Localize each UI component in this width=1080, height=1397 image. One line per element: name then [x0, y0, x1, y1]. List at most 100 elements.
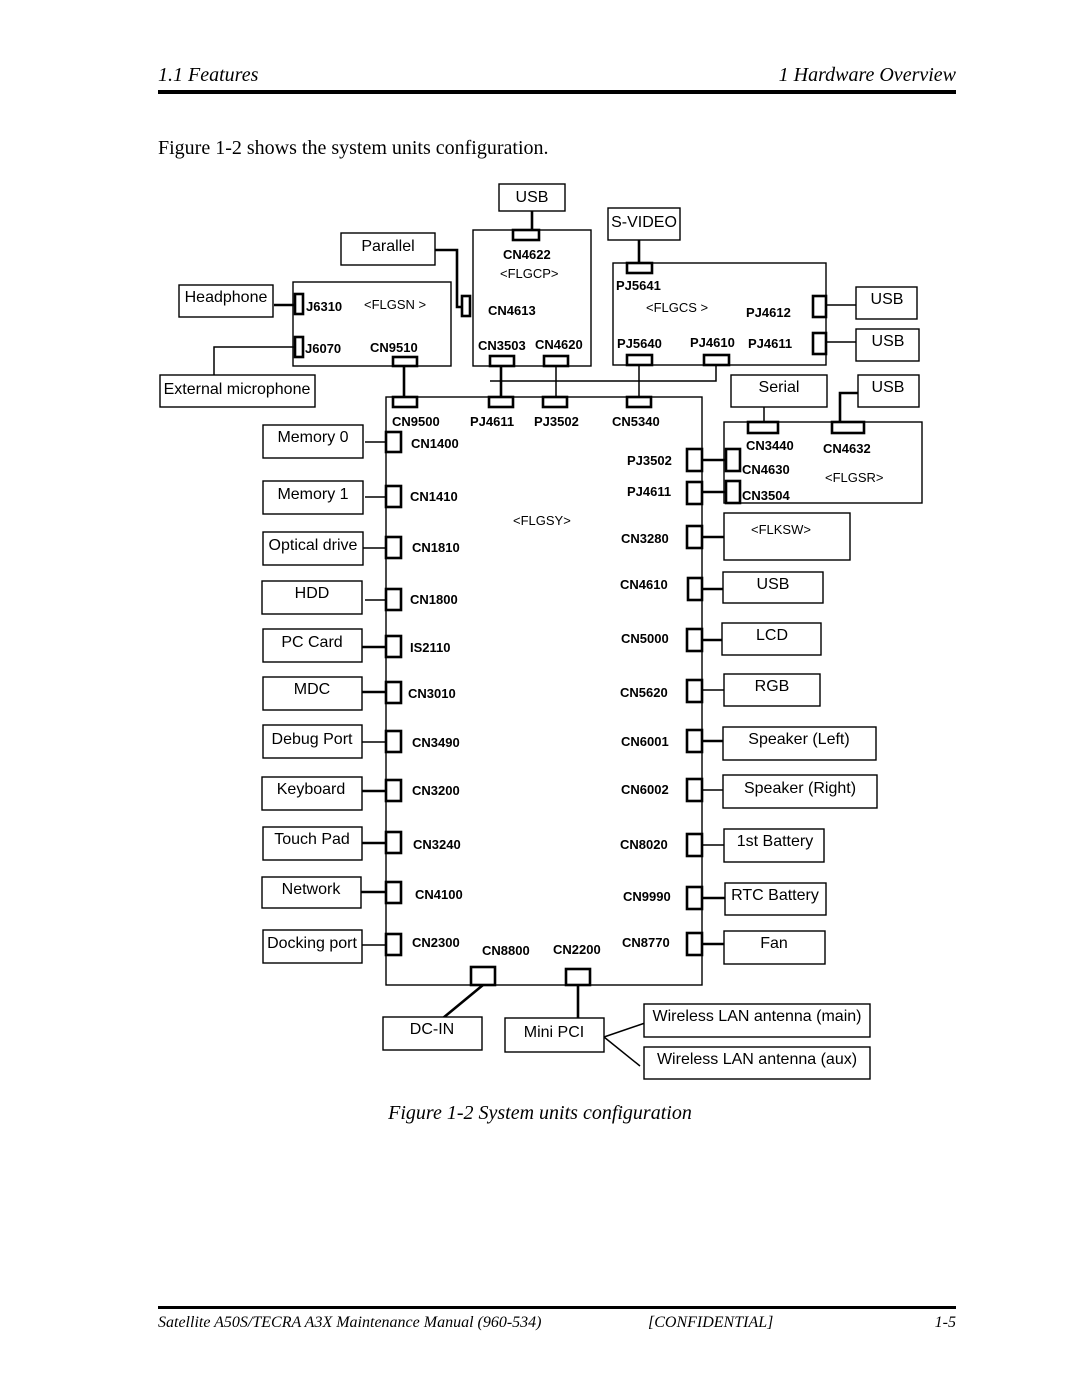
device-s-video: S-VIDEO	[607, 207, 681, 241]
svg-text:USB: USB	[757, 576, 790, 593]
device-pc-card: PC Card	[262, 628, 363, 663]
device-rgb: RGB	[723, 673, 821, 707]
footer-page-number: 1-5	[934, 1314, 956, 1331]
device-wlan-antenna-aux: Wireless LAN antenna (aux)	[643, 1046, 871, 1080]
board-label-flksw: <FLKSW>	[751, 522, 811, 537]
connector-j6310: J6310	[306, 299, 342, 314]
connector-cn4630: CN4630	[742, 462, 790, 477]
connector-cn2200: CN2200	[553, 942, 601, 957]
connector-j6070: J6070	[305, 341, 341, 356]
device-touch-pad: Touch Pad	[262, 826, 363, 861]
svg-text:Fan: Fan	[760, 935, 788, 952]
connector-cn9500: CN9500	[392, 414, 440, 429]
svg-text:Wireless LAN antenna (main): Wireless LAN antenna (main)	[653, 1008, 862, 1025]
device-external-microphone: External microphone	[159, 374, 316, 408]
system-units-diagram: <FLGSN > <FLGCP> <FLGCS > <FLGSY> <FLGSR…	[159, 183, 923, 1080]
svg-text:Optical drive: Optical drive	[269, 537, 358, 554]
figure-caption: Figure 1-2 System units configuration	[388, 1102, 692, 1124]
device-fan: Fan	[723, 930, 826, 965]
connector-cn3200: CN3200	[412, 783, 460, 798]
connector-cn4620: CN4620	[535, 337, 583, 352]
device-hdd: HDD	[261, 580, 363, 615]
svg-text:Keyboard: Keyboard	[277, 781, 346, 798]
device-keyboard: Keyboard	[261, 776, 363, 811]
board-label-flgcp: <FLGCP>	[500, 266, 559, 281]
connector-cn3490: CN3490	[412, 735, 460, 750]
footer-confidential: [CONFIDENTIAL]	[648, 1314, 774, 1331]
connector-cn3240: CN3240	[413, 837, 461, 852]
connector-pj4610: PJ4610	[690, 335, 735, 350]
svg-text:Speaker (Left): Speaker (Left)	[748, 731, 849, 748]
connector-pj5641: PJ5641	[616, 278, 661, 293]
device-network: Network	[261, 876, 362, 909]
svg-text:RGB: RGB	[755, 678, 790, 695]
connector-cn1810: CN1810	[412, 540, 460, 555]
svg-text:HDD: HDD	[295, 585, 330, 602]
device-usb-flgcs-1: USB	[855, 286, 918, 320]
board-label-flgsn: <FLGSN >	[364, 297, 426, 312]
device-wlan-antenna-main: Wireless LAN antenna (main)	[643, 1003, 871, 1038]
connector-cn3503: CN3503	[478, 338, 526, 353]
device-dc-in: DC-IN	[382, 1016, 483, 1051]
device-mdc: MDC	[262, 676, 363, 711]
svg-text:Parallel: Parallel	[361, 238, 414, 255]
svg-text:Speaker (Right): Speaker (Right)	[744, 780, 856, 797]
connector-pj4611-flgsy-right: PJ4611	[627, 484, 671, 499]
device-optical-drive: Optical drive	[262, 531, 364, 566]
connector-is2110: IS2110	[410, 640, 451, 655]
device-docking-port: Docking port	[262, 929, 363, 964]
device-parallel: Parallel	[340, 232, 436, 266]
svg-text:Docking port: Docking port	[267, 935, 357, 952]
connector-pj5640: PJ5640	[617, 336, 662, 351]
board-label-flgcs: <FLGCS >	[646, 300, 708, 315]
connector-cn2300: CN2300	[412, 935, 460, 950]
device-1st-battery: 1st Battery	[723, 828, 825, 863]
connector-cn1400: CN1400	[411, 436, 459, 451]
connector-cn3280: CN3280	[621, 531, 669, 546]
device-mini-pci: Mini PCI	[504, 1017, 605, 1053]
svg-text:S-VIDEO: S-VIDEO	[611, 214, 677, 231]
connector-cn3504: CN3504	[742, 488, 790, 503]
connector-cn4100: CN4100	[415, 887, 463, 902]
connector-cn5620: CN5620	[620, 685, 668, 700]
device-usb-flgsy: USB	[722, 571, 824, 604]
footer-manual-title: Satellite A50S/TECRA A3X Maintenance Man…	[158, 1314, 542, 1331]
connector-cn8800: CN8800	[482, 943, 530, 958]
svg-text:DC-IN: DC-IN	[410, 1021, 454, 1038]
device-usb-flgcs-2: USB	[855, 328, 920, 362]
connector-cn4632: CN4632	[823, 441, 871, 456]
svg-text:Debug Port: Debug Port	[272, 731, 353, 748]
connector-cn9510: CN9510	[370, 340, 418, 355]
device-lcd: LCD	[721, 622, 822, 656]
device-memory-1: Memory 1	[262, 480, 364, 515]
svg-text:Mini PCI: Mini PCI	[524, 1024, 584, 1041]
svg-text:1st Battery: 1st Battery	[737, 833, 813, 850]
connector-cn4610: CN4610	[620, 577, 668, 592]
device-memory-0: Memory 0	[262, 424, 364, 459]
svg-text:USB: USB	[516, 189, 549, 206]
svg-text:Headphone: Headphone	[185, 289, 268, 306]
connector-cn3010: CN3010	[408, 686, 456, 701]
board-label-flgsy: <FLGSY>	[513, 513, 571, 528]
svg-text:USB: USB	[872, 379, 905, 396]
connector-cn4622: CN4622	[503, 247, 551, 262]
connector-pj3502-flgsy-right: PJ3502	[627, 453, 672, 468]
svg-text:USB: USB	[871, 291, 904, 308]
device-speaker-right: Speaker (Right)	[722, 774, 878, 809]
connector-cn6001: CN6001	[621, 734, 669, 749]
connector-pj3502-flgsy-top: PJ3502	[534, 414, 579, 429]
svg-text:Wireless LAN antenna (aux): Wireless LAN antenna (aux)	[657, 1051, 857, 1068]
connector-cn4613: CN4613	[488, 303, 536, 318]
device-rtc-battery: RTC Battery	[724, 882, 827, 916]
svg-text:RTC Battery: RTC Battery	[731, 887, 819, 904]
board-label-flgsr: <FLGSR>	[825, 470, 884, 485]
device-debug-port: Debug Port	[262, 724, 363, 759]
svg-text:Touch Pad: Touch Pad	[274, 831, 350, 848]
connector-cn5000: CN5000	[621, 631, 669, 646]
device-speaker-left: Speaker (Left)	[722, 726, 877, 761]
device-serial: Serial	[730, 374, 828, 408]
connector-cn1800: CN1800	[410, 592, 458, 607]
svg-text:Memory 1: Memory 1	[277, 486, 348, 503]
connector-pj4612: PJ4612	[746, 305, 791, 320]
device-headphone: Headphone	[178, 284, 274, 318]
